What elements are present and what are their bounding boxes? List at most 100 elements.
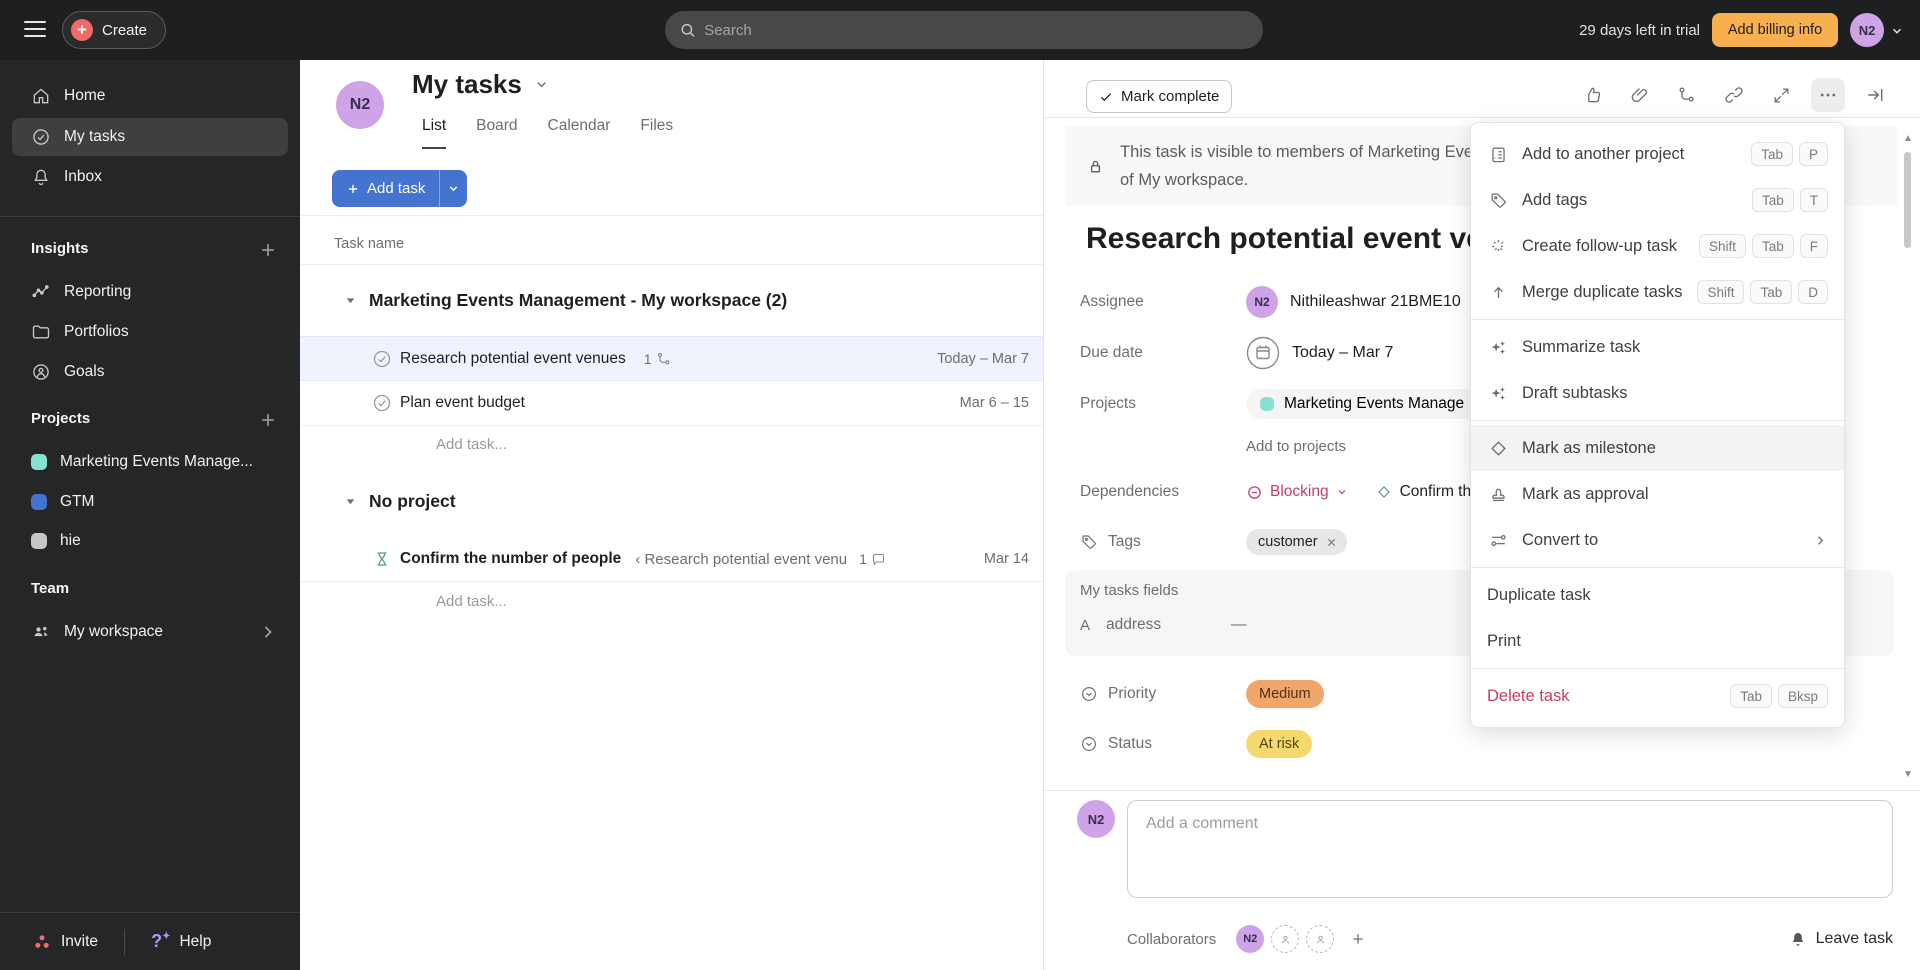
add-insight-icon[interactable] xyxy=(258,240,278,260)
leave-task-button[interactable]: Leave task xyxy=(1789,930,1893,948)
sidebar-footer: Invite ?✦ Help xyxy=(0,912,300,970)
team-icon xyxy=(34,626,48,637)
menu-item-label: Mark as approval xyxy=(1522,484,1649,503)
sidebar-item-goals[interactable]: Goals xyxy=(12,353,288,391)
scroll-down-icon[interactable]: ▼ xyxy=(1903,770,1913,780)
tab-files[interactable]: Files xyxy=(640,117,673,149)
scroll-up-icon[interactable]: ▲ xyxy=(1903,134,1913,144)
add-task-button[interactable]: Add task xyxy=(332,170,440,207)
sidebar-item-project-marketing[interactable]: Marketing Events Manage... xyxy=(12,443,288,481)
add-to-projects-link[interactable]: Add to projects xyxy=(1246,438,1346,455)
sidebar-item-my-tasks[interactable]: My tasks xyxy=(12,118,288,156)
tab-calendar[interactable]: Calendar xyxy=(548,117,611,149)
trial-countdown: 29 days left in trial xyxy=(1579,21,1700,39)
expand-button[interactable] xyxy=(1764,78,1798,112)
task-check-icon[interactable] xyxy=(372,393,392,413)
stamp-icon xyxy=(1487,485,1509,504)
status-badge[interactable]: At risk xyxy=(1246,730,1313,758)
tag-chip-customer[interactable]: customer xyxy=(1246,529,1347,555)
priority-label: Priority xyxy=(1108,685,1157,702)
close-panel-button[interactable] xyxy=(1858,78,1892,112)
sidebar-item-label: Inbox xyxy=(64,168,102,185)
sidebar-item-my-workspace[interactable]: My workspace xyxy=(12,613,288,651)
assignee-value[interactable]: N2 Nithileashwar 21BME10 xyxy=(1246,286,1461,318)
link-icon xyxy=(1725,87,1743,103)
search-bar[interactable] xyxy=(665,11,1263,49)
sidebar-item-home[interactable]: Home xyxy=(12,77,288,115)
search-input[interactable] xyxy=(704,21,1249,39)
blocking-dropdown[interactable]: Blocking xyxy=(1246,483,1348,501)
sidebar-toggle-icon[interactable] xyxy=(24,21,46,39)
tab-board[interactable]: Board xyxy=(476,117,517,149)
add-project-icon[interactable] xyxy=(258,410,278,430)
copy-link-button[interactable] xyxy=(1717,78,1751,112)
menu-item-duplicate-task[interactable]: Duplicate task xyxy=(1471,572,1844,618)
priority-badge[interactable]: Medium xyxy=(1246,680,1324,708)
tab-list[interactable]: List xyxy=(422,117,447,149)
comment-input[interactable]: Add a comment xyxy=(1127,800,1893,898)
add-billing-info-button[interactable]: Add billing info xyxy=(1712,13,1838,47)
add-task-inline[interactable]: Add task... xyxy=(436,593,507,610)
title-chevron-down-icon[interactable] xyxy=(534,77,549,92)
mark-complete-button[interactable]: Mark complete xyxy=(1086,80,1233,113)
collaborator-placeholder-avatar[interactable] xyxy=(1306,925,1335,953)
more-actions-button[interactable] xyxy=(1811,78,1845,112)
menu-item-draft-subtasks[interactable]: Draft subtasks xyxy=(1471,370,1844,416)
like-button[interactable] xyxy=(1576,78,1610,112)
create-button-label: Create xyxy=(102,21,148,39)
dependency-task-name: Confirm the xyxy=(1399,483,1480,500)
sidebar-item-inbox[interactable]: Inbox xyxy=(12,158,288,196)
my-tasks-pane: N2 My tasks List Board Calendar Files Ad… xyxy=(300,60,1043,970)
task-check-icon[interactable] xyxy=(372,349,392,369)
user-avatar[interactable]: N2 xyxy=(1850,13,1884,47)
dependency-task-link[interactable]: Confirm the xyxy=(1376,483,1480,501)
collaborator-placeholder-avatar[interactable] xyxy=(1271,925,1300,953)
task-row-research-venues[interactable]: Research potential event venues 1 Today … xyxy=(300,336,1043,381)
sidebar-item-portfolios[interactable]: Portfolios xyxy=(12,313,288,351)
add-subtask-button[interactable] xyxy=(1670,78,1704,112)
project-chip[interactable]: Marketing Events Manage xyxy=(1246,389,1505,419)
sidebar: Home My tasks Inbox Insights Reporting P… xyxy=(0,60,300,970)
tags-label-group: Tags xyxy=(1080,533,1246,551)
section-header-marketing-events[interactable]: Marketing Events Management - My workspa… xyxy=(344,290,787,311)
attach-button[interactable] xyxy=(1623,78,1657,112)
task-row-plan-budget[interactable]: Plan event budget Mar 6 – 15 xyxy=(300,381,1043,426)
task-row-confirm-people[interactable]: Confirm the number of people ‹ Research … xyxy=(300,537,1043,582)
create-button[interactable]: + Create xyxy=(62,11,167,49)
invite-button[interactable]: Invite xyxy=(32,932,98,952)
menu-item-merge-duplicate-tasks[interactable]: Merge duplicate tasks Shift Tab D xyxy=(1471,269,1844,315)
paperclip-icon xyxy=(1631,88,1648,103)
workspace-chevron-right-icon[interactable] xyxy=(258,622,278,642)
collaborator-avatar[interactable]: N2 xyxy=(1236,925,1265,953)
sidebar-item-project-hie[interactable]: hie xyxy=(12,522,288,560)
remove-tag-icon[interactable] xyxy=(1326,537,1337,548)
add-task-inline[interactable]: Add task... xyxy=(436,436,507,453)
menu-item-convert-to[interactable]: Convert to xyxy=(1471,517,1844,563)
detail-scrollbar[interactable]: ▲ ▼ xyxy=(1902,130,1914,782)
add-task-dropdown-button[interactable] xyxy=(439,170,468,207)
sparkles-icon xyxy=(1487,384,1509,403)
add-collaborator-icon[interactable] xyxy=(1350,931,1366,947)
project-color-swatch xyxy=(31,454,47,470)
section-header-no-project[interactable]: No project xyxy=(344,491,456,512)
parent-task-link[interactable]: ‹ Research potential event venu xyxy=(635,551,847,568)
menu-item-create-follow-up-task[interactable]: Create follow-up task Shift Tab F xyxy=(1471,223,1844,269)
sidebar-item-project-gtm[interactable]: GTM xyxy=(12,483,288,521)
menu-item-print[interactable]: Print xyxy=(1471,618,1844,664)
scrollbar-thumb[interactable] xyxy=(1904,152,1911,248)
account-chevron-down-icon[interactable] xyxy=(1890,24,1904,38)
address-value[interactable]: — xyxy=(1231,616,1247,634)
menu-item-mark-as-milestone[interactable]: Mark as milestone xyxy=(1471,425,1844,471)
section-collapse-icon[interactable] xyxy=(344,294,357,307)
menu-item-add-to-another-project[interactable]: Add to another project Tab P xyxy=(1471,131,1844,177)
priority-label-group: Priority xyxy=(1080,685,1246,703)
menu-item-mark-as-approval[interactable]: Mark as approval xyxy=(1471,471,1844,517)
menu-item-summarize-task[interactable]: Summarize task xyxy=(1471,324,1844,370)
task-due-date: Mar 6 – 15 xyxy=(959,395,1029,411)
sidebar-item-reporting[interactable]: Reporting xyxy=(12,273,288,311)
section-collapse-icon[interactable] xyxy=(344,495,357,508)
menu-item-delete-task[interactable]: Delete task Tab Bksp xyxy=(1471,673,1844,719)
section-title: No project xyxy=(369,491,456,511)
menu-item-add-tags[interactable]: Add tags Tab T xyxy=(1471,177,1844,223)
help-button[interactable]: ?✦ Help xyxy=(151,931,211,952)
